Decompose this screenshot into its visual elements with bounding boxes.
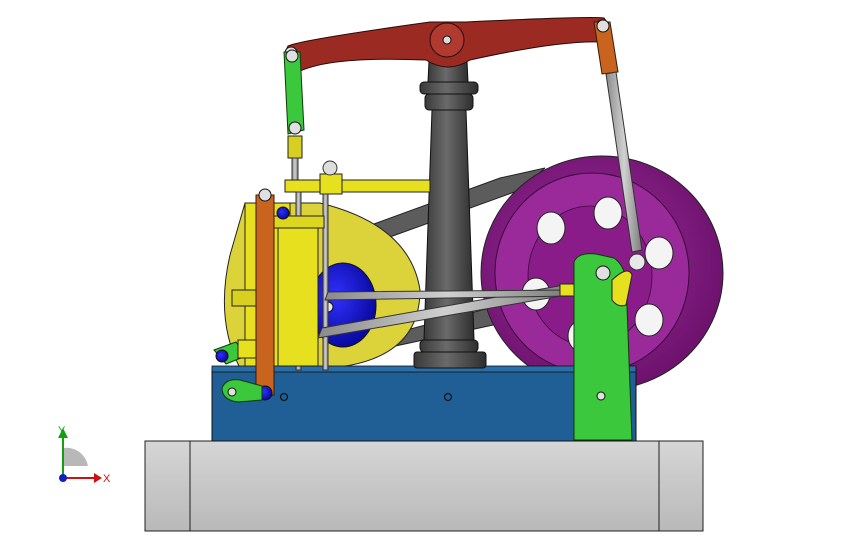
engine-bed[interactable] bbox=[211, 365, 637, 442]
cad-viewport[interactable]: Y X bbox=[0, 0, 867, 544]
x-axis-head bbox=[94, 473, 102, 483]
z-axis-dot bbox=[59, 474, 67, 482]
x-axis-label: X bbox=[103, 473, 111, 485]
axis-triad: Y X bbox=[58, 425, 111, 485]
base-plate[interactable] bbox=[144, 440, 704, 532]
cylinder[interactable] bbox=[271, 206, 325, 367]
beam-link-left[interactable] bbox=[283, 49, 305, 183]
crank-bracket[interactable] bbox=[573, 253, 633, 441]
engine-model-view[interactable]: Y X bbox=[0, 0, 867, 544]
walking-beam[interactable] bbox=[284, 17, 609, 73]
valve-lever[interactable] bbox=[255, 188, 275, 401]
y-axis-label: Y bbox=[58, 425, 66, 437]
triad-plane bbox=[63, 447, 88, 466]
